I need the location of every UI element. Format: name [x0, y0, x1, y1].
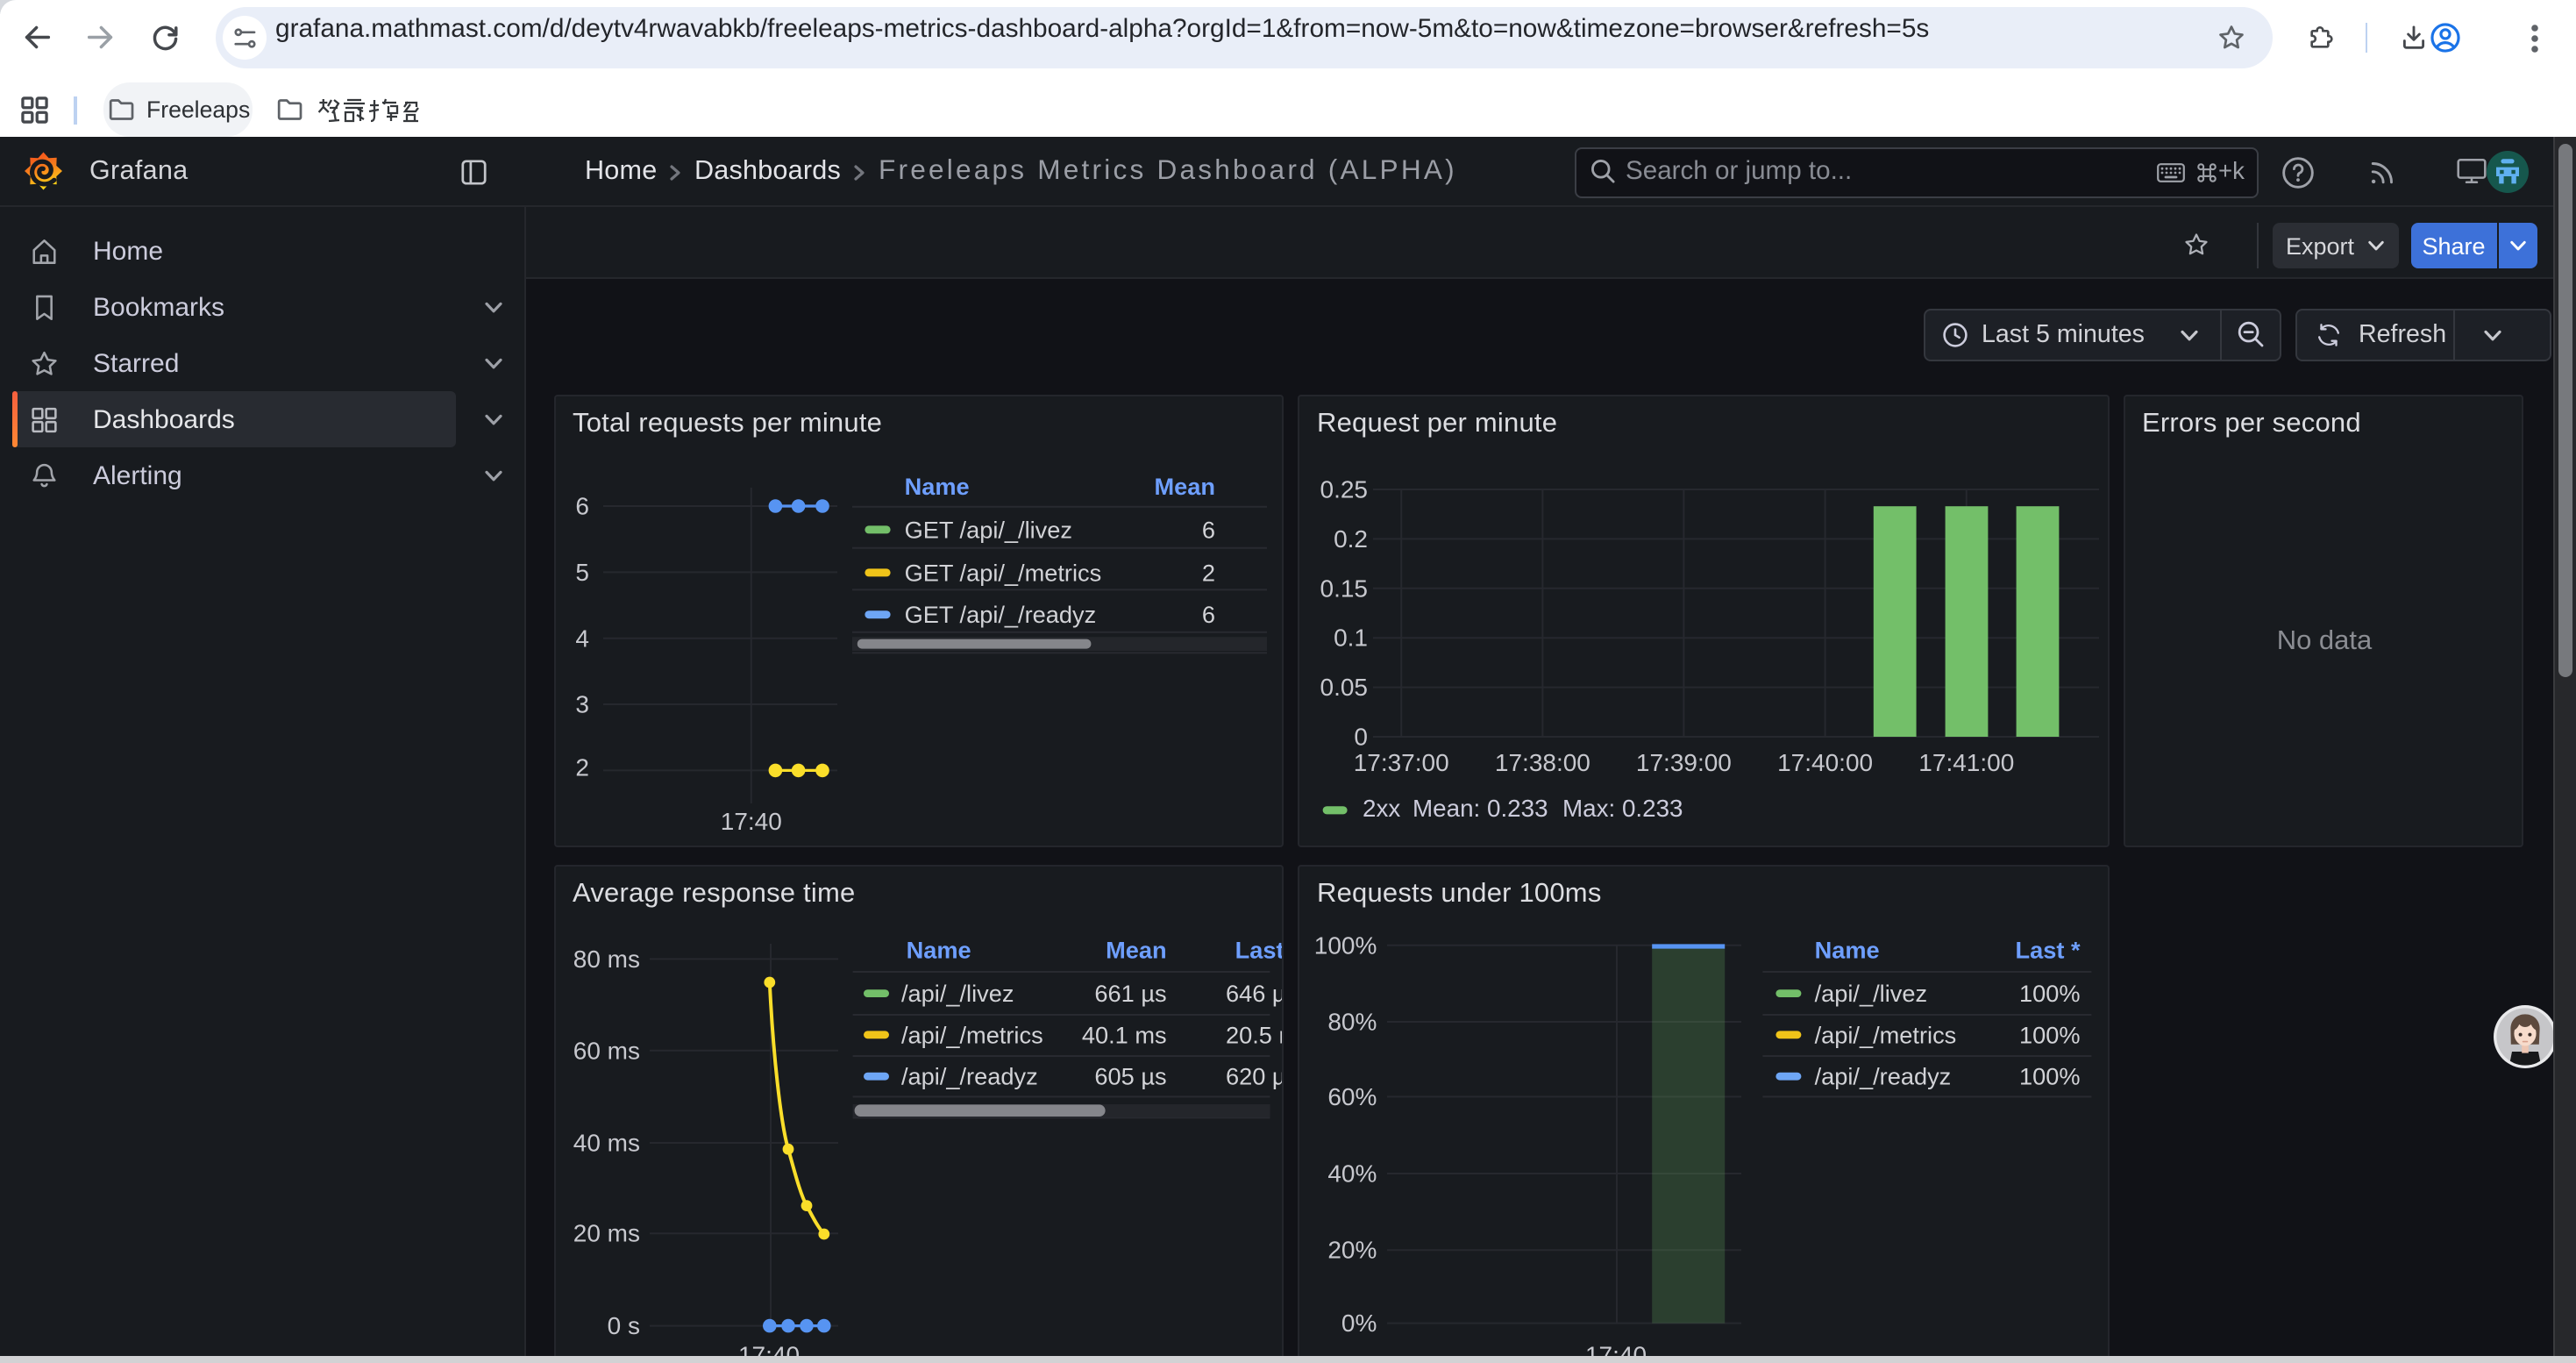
svg-text:20.5 ms: 20.5 ms	[1225, 1020, 1281, 1047]
svg-text:GET /api/_/readyz: GET /api/_/readyz	[904, 600, 1096, 627]
svg-text:60 ms: 60 ms	[573, 1036, 639, 1063]
svg-text:17:41:00: 17:41:00	[1918, 748, 2014, 775]
svg-text:0 s: 0 s	[607, 1311, 639, 1338]
svg-text:605 µs: 605 µs	[1093, 1062, 1165, 1089]
svg-text:3: 3	[574, 690, 588, 717]
svg-text:17:37:00: 17:37:00	[1354, 748, 1449, 775]
svg-text:620 µs: 620 µs	[1225, 1062, 1281, 1089]
svg-text:6: 6	[1201, 600, 1214, 627]
svg-text:Mean: 0.233: Mean: 0.233	[1413, 794, 1548, 821]
svg-text:17:40: 17:40	[720, 807, 781, 834]
svg-text:/api/_/metrics: /api/_/metrics	[900, 1020, 1042, 1047]
svg-text:0.25: 0.25	[1320, 475, 1369, 503]
svg-text:0.05: 0.05	[1320, 673, 1369, 700]
svg-text:20 ms: 20 ms	[573, 1219, 639, 1246]
svg-text:0: 0	[1354, 723, 1368, 750]
svg-text:GET /api/_/metrics: GET /api/_/metrics	[904, 558, 1101, 585]
svg-text:100%: 100%	[2019, 1062, 2081, 1089]
svg-text:60%: 60%	[1327, 1082, 1377, 1110]
svg-text:GET /api/_/livez: GET /api/_/livez	[904, 515, 1071, 542]
svg-text:5: 5	[574, 558, 588, 585]
svg-text:6: 6	[1201, 515, 1214, 542]
svg-text:80 ms: 80 ms	[573, 945, 639, 972]
svg-text:/api/_/livez: /api/_/livez	[1815, 979, 1927, 1006]
svg-text:17:40:00: 17:40:00	[1777, 748, 1873, 775]
svg-text:/api/_/livez: /api/_/livez	[900, 979, 1013, 1006]
svg-text:0.1: 0.1	[1334, 624, 1368, 651]
svg-text:100%: 100%	[1314, 931, 1377, 958]
svg-text:2xx: 2xx	[1363, 794, 1400, 821]
svg-text:/api/_/readyz: /api/_/readyz	[900, 1062, 1037, 1089]
svg-text:0%: 0%	[1341, 1309, 1377, 1336]
svg-text:Name: Name	[904, 472, 969, 499]
svg-text:Last *: Last *	[2016, 936, 2081, 963]
svg-text:661 µs: 661 µs	[1093, 979, 1165, 1006]
svg-text:20%: 20%	[1327, 1236, 1377, 1263]
svg-text:646 µs: 646 µs	[1225, 979, 1281, 1006]
svg-text:40.1 ms: 40.1 ms	[1081, 1020, 1166, 1047]
svg-text:2: 2	[1201, 558, 1214, 585]
svg-text:0.2: 0.2	[1334, 525, 1368, 552]
svg-text:80%: 80%	[1327, 1008, 1377, 1035]
svg-text:4: 4	[574, 624, 588, 651]
svg-text:2: 2	[574, 753, 588, 781]
svg-text:100%: 100%	[2019, 1020, 2081, 1047]
svg-text:6: 6	[574, 492, 588, 519]
svg-text:/api/_/readyz: /api/_/readyz	[1815, 1062, 1952, 1089]
svg-text:17:38:00: 17:38:00	[1495, 748, 1590, 775]
svg-text:Mean: Mean	[1154, 472, 1215, 499]
svg-text:100%: 100%	[2019, 979, 2081, 1006]
svg-text:40%: 40%	[1327, 1160, 1377, 1187]
svg-text:/api/_/metrics: /api/_/metrics	[1815, 1020, 1957, 1047]
svg-text:17:39:00: 17:39:00	[1636, 748, 1732, 775]
svg-text:Max: 0.233: Max: 0.233	[1562, 794, 1683, 821]
svg-text:40 ms: 40 ms	[573, 1129, 639, 1156]
svg-text:Last *: Last *	[1235, 936, 1281, 963]
svg-text:Mean: Mean	[1105, 936, 1166, 963]
svg-text:Name: Name	[1815, 936, 1880, 963]
svg-text:Name: Name	[906, 936, 971, 963]
svg-text:0.15: 0.15	[1320, 574, 1369, 601]
